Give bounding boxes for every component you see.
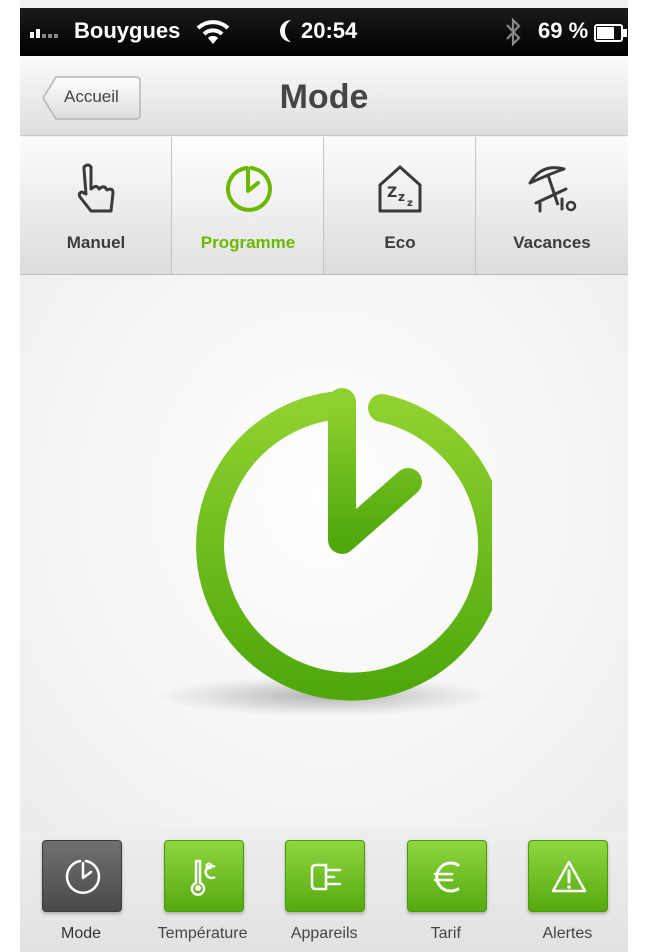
carrier-name: Bouygues — [74, 18, 181, 43]
clock-icon — [226, 166, 272, 212]
do-not-disturb-icon — [280, 20, 291, 42]
clock-time: 20:54 — [301, 18, 358, 43]
mode-eco[interactable]: Z z z Eco — [324, 137, 476, 274]
phone-screen: Bouygues 20:54 69 % Accueil Mode Manuel … — [20, 0, 628, 952]
signal-strength-icon — [30, 22, 58, 38]
clock-icon — [65, 859, 101, 894]
euro-icon — [433, 861, 460, 893]
svg-text:z: z — [407, 198, 413, 209]
mode-label: Vacances — [513, 233, 591, 252]
mode-label: Eco — [384, 233, 416, 252]
mode-programme[interactable]: Programme — [172, 137, 324, 274]
battery-icon — [594, 24, 627, 42]
mode-vacances[interactable]: Vacances — [476, 137, 628, 274]
page-title: Mode — [279, 78, 369, 116]
tab-tile — [163, 840, 244, 912]
mode-manuel[interactable]: Manuel — [20, 137, 172, 274]
tab-tile — [528, 840, 609, 912]
tab-tile — [406, 840, 487, 912]
tab-label: Alertes — [542, 925, 593, 942]
tab-tarif[interactable]: Tarif — [385, 830, 507, 952]
house-sleep-icon: Z z z — [378, 165, 422, 213]
mode-label: Manuel — [66, 233, 126, 252]
battery-percentage: 69 % — [538, 18, 589, 43]
tab-tile — [285, 840, 366, 912]
mode-display — [20, 276, 628, 830]
tab-temperature[interactable]: Température — [142, 830, 264, 952]
tab-mode[interactable]: Mode — [20, 830, 142, 952]
warning-icon — [552, 860, 587, 893]
tab-tile — [42, 840, 122, 912]
plug-icon — [310, 863, 342, 891]
hand-pointer-icon — [77, 163, 115, 213]
bluetooth-icon — [506, 17, 521, 47]
tab-appareils[interactable]: Appareils — [263, 830, 385, 952]
thermometer-icon — [190, 859, 216, 896]
clock-icon — [196, 388, 492, 701]
mode-label: Programme — [200, 233, 296, 252]
bottom-tab-bar: Mode Température Appareils Tarif Alertes — [20, 830, 628, 952]
wifi-icon — [196, 20, 230, 44]
svg-text:z: z — [398, 190, 405, 204]
mode-selector: Manuel Programme Z z z Eco Vacances — [20, 137, 628, 275]
navigation-bar: Accueil Mode — [20, 56, 628, 136]
svg-text:Z: Z — [387, 185, 397, 201]
tab-alertes[interactable]: Alertes — [506, 830, 628, 952]
beach-umbrella-icon — [528, 166, 577, 213]
status-bar: Bouygues 20:54 69 % — [20, 8, 628, 56]
